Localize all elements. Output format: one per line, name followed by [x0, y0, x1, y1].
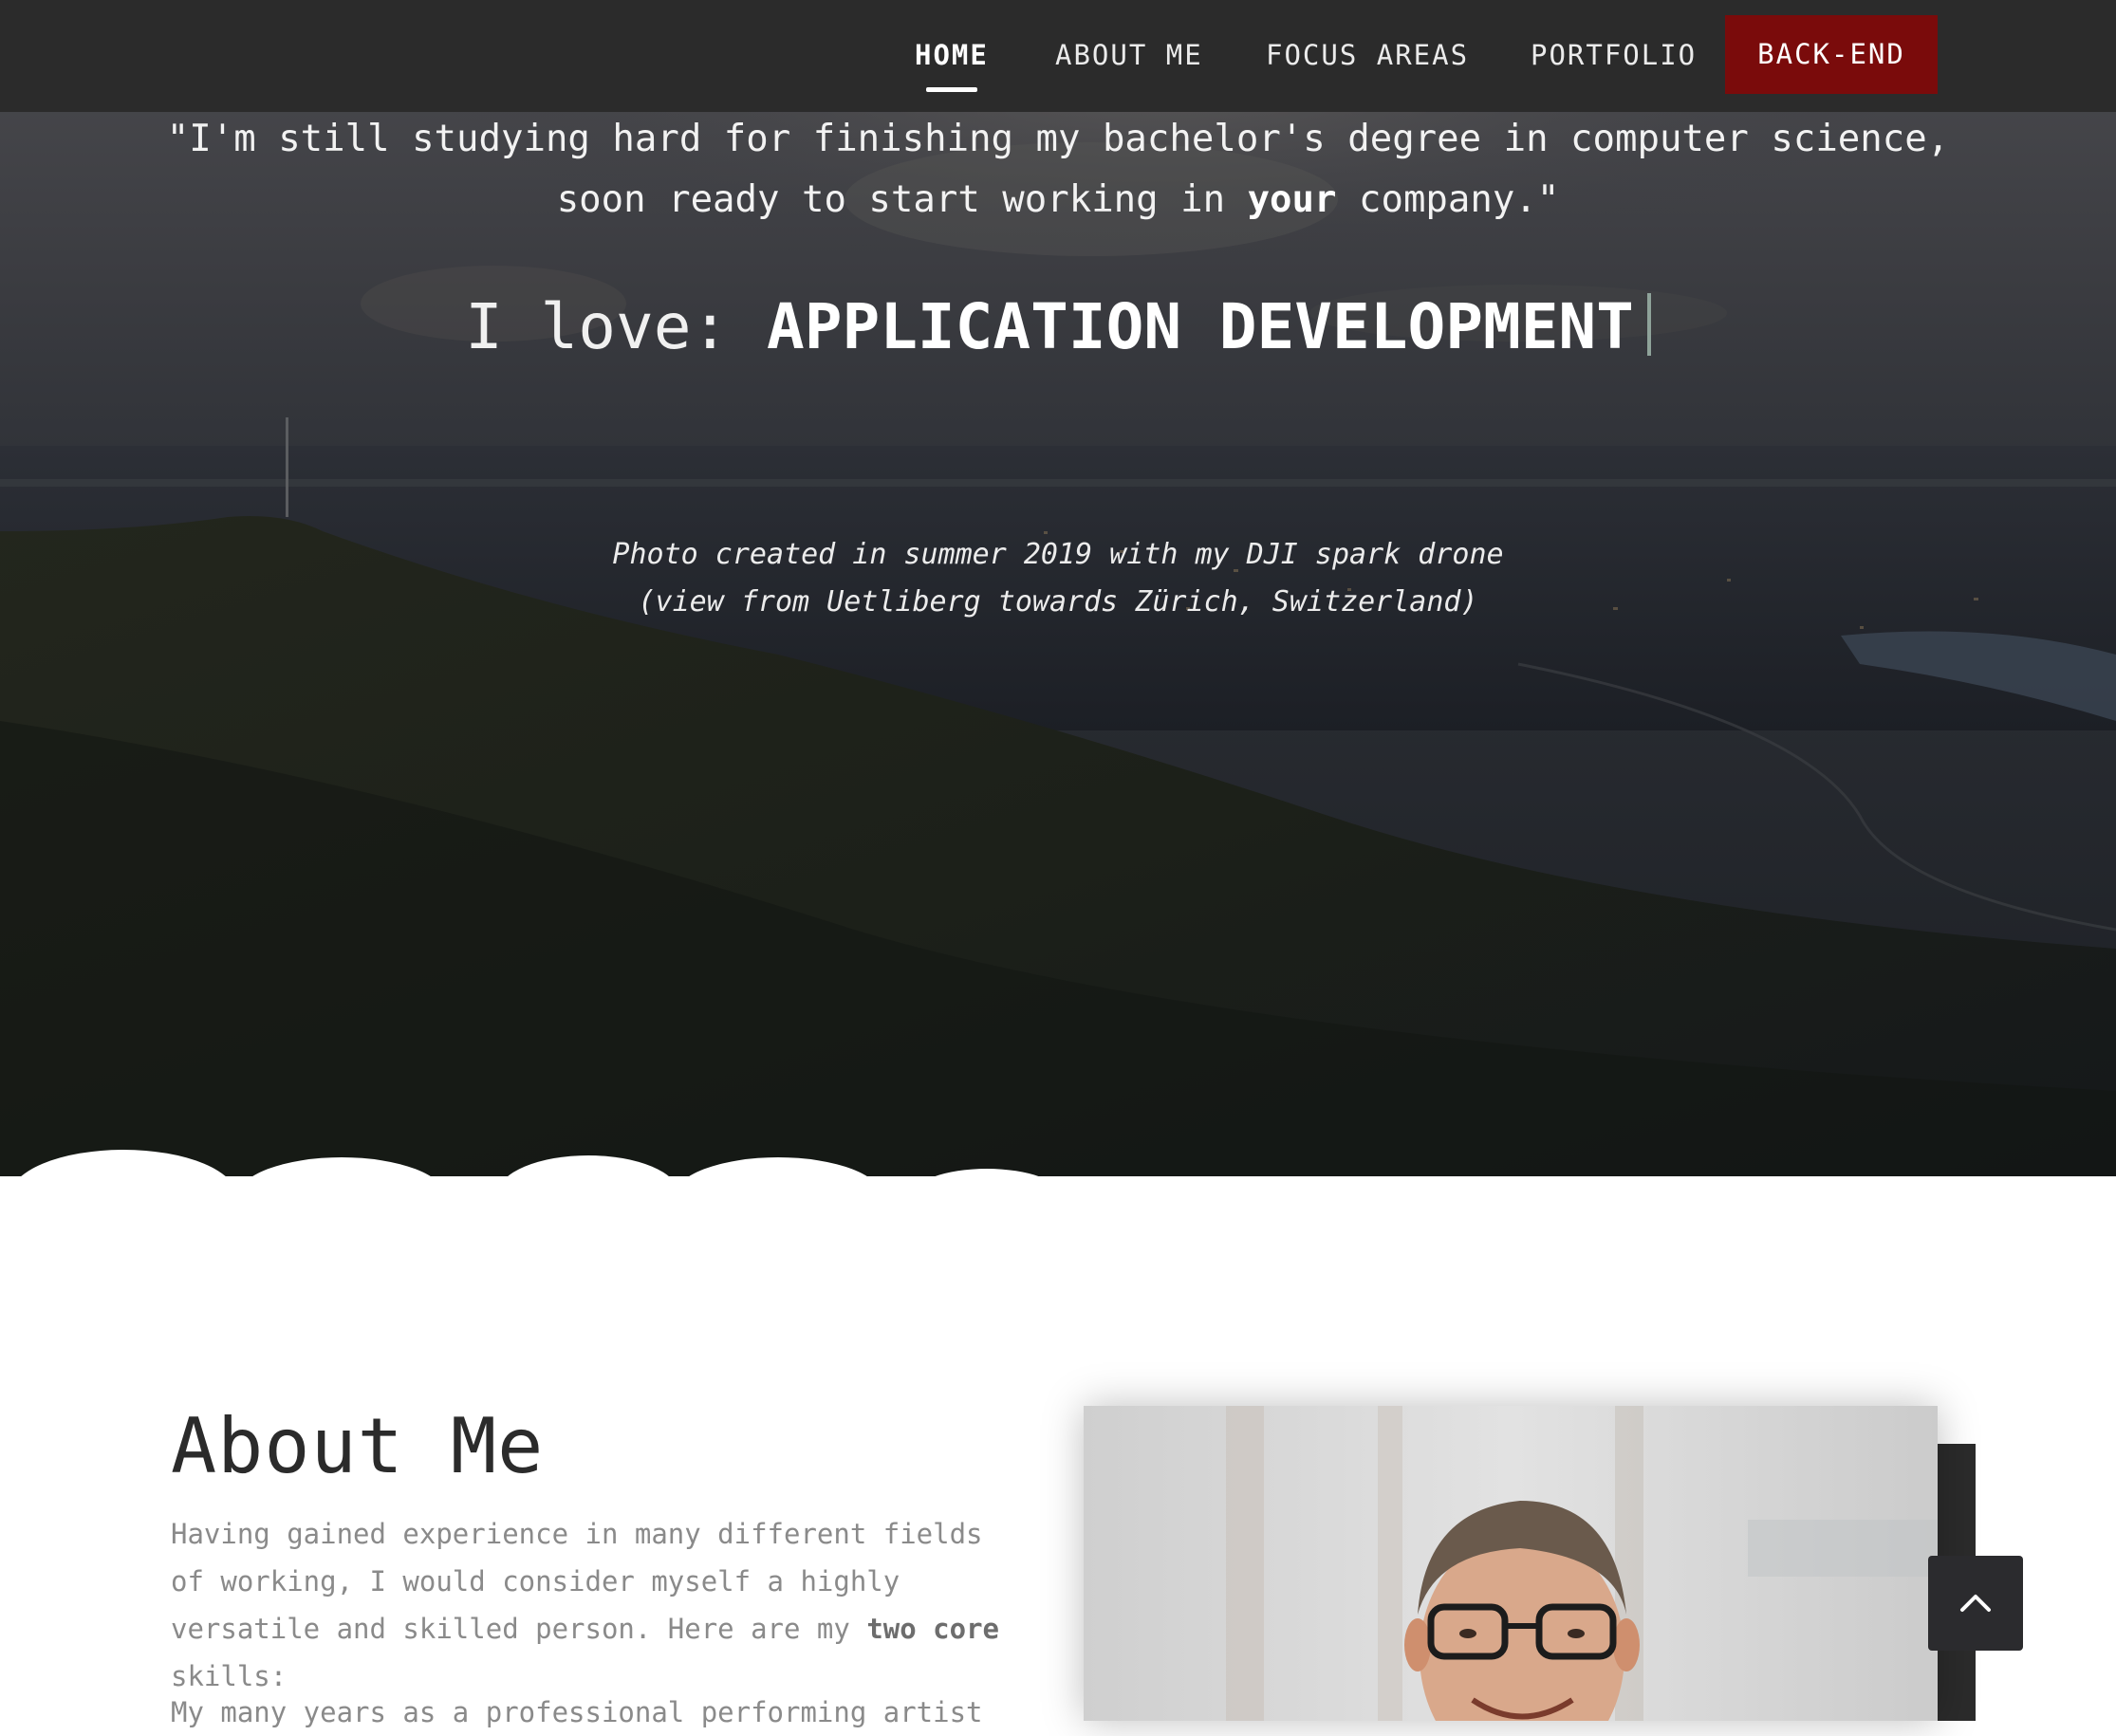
photo-caption-line2: (view from Uetliberg towards Zürich, Swi…	[638, 585, 1478, 619]
back-end-button[interactable]: BACK-END	[1725, 15, 1938, 94]
hero-quote-line1: "I'm still studying hard for finishing m…	[166, 118, 1950, 160]
nav-item-home[interactable]: HOME	[915, 0, 989, 112]
typing-cursor	[1646, 293, 1651, 356]
scroll-to-top-button[interactable]	[1928, 1556, 2023, 1651]
top-navbar: HOME ABOUT ME FOCUS AREAS PORTFOLIO BACK…	[0, 0, 2116, 112]
about-me-title: About Me	[171, 1402, 545, 1490]
photo-caption-line1: Photo created in summer 2019 with my DJI…	[612, 538, 1504, 571]
nav-item-focus-areas[interactable]: FOCUS AREAS	[1266, 0, 1469, 112]
nav-item-about-me[interactable]: ABOUT ME	[1055, 0, 1203, 112]
hero-quote-line2-pre: soon ready to start working in	[556, 178, 1248, 221]
about-me-intro: Having gained experience in many differe…	[171, 1510, 1025, 1700]
about-intro-pre: Having gained experience in many differe…	[171, 1518, 983, 1645]
chevron-up-icon	[1960, 1595, 1991, 1612]
hero-quote-line2: soon ready to start working in your comp…	[0, 170, 2116, 231]
nav-active-indicator	[926, 87, 977, 92]
profile-photo-image	[1084, 1406, 1938, 1721]
hero-quote: "I'm still studying hard for finishing m…	[0, 109, 2116, 231]
photo-caption: Photo created in summer 2019 with my DJI…	[0, 531, 2116, 626]
about-intro-post: skills:	[171, 1660, 288, 1692]
hero-section: "I'm still studying hard for finishing m…	[0, 0, 2116, 1176]
hero-quote-line2-post: company."	[1336, 178, 1560, 221]
i-love-typed-text: APPLICATION DEVELOPMENT	[766, 290, 1634, 363]
profile-photo	[1084, 1406, 1938, 1721]
about-me-paragraph-2: My many years as a professional performi…	[171, 1696, 983, 1728]
i-love-heading: I love: APPLICATION DEVELOPMENT	[0, 285, 2116, 370]
hero-quote-emphasis: your	[1247, 178, 1337, 221]
i-love-prefix: I love:	[465, 290, 730, 363]
about-intro-emphasis: two core	[866, 1613, 999, 1645]
nav-item-portfolio[interactable]: PORTFOLIO	[1531, 0, 1697, 112]
